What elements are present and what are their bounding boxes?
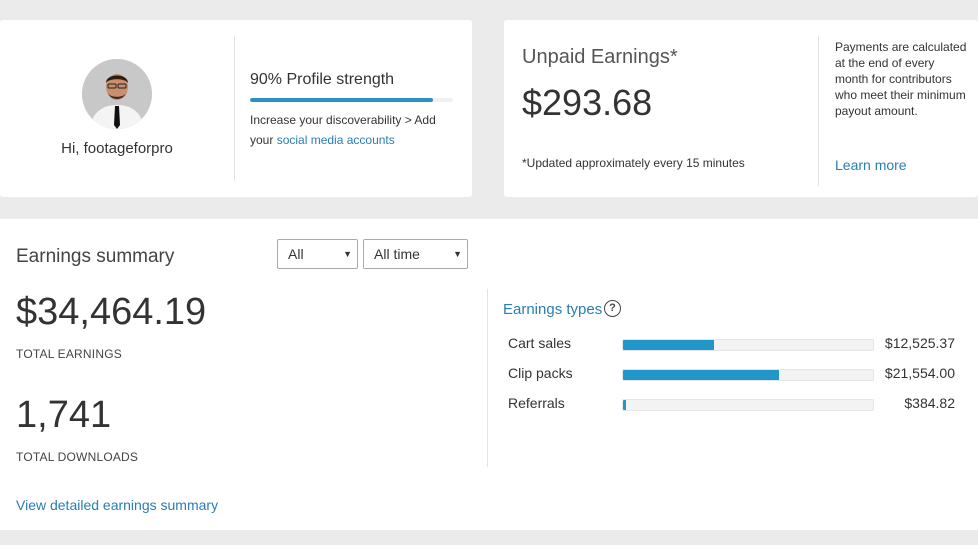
earnings-type-bar <box>622 369 874 381</box>
total-earnings-label: TOTAL EARNINGS <box>16 347 122 361</box>
type-filter-value: All <box>288 246 304 262</box>
profile-strength-fill <box>250 98 433 102</box>
question-circle-icon[interactable]: ? <box>604 300 621 317</box>
earnings-type-label: Clip packs <box>508 365 573 381</box>
detailed-earnings-link[interactable]: View detailed earnings summary <box>16 497 218 513</box>
earnings-type-value: $21,554.00 <box>884 365 955 381</box>
total-downloads-label: TOTAL DOWNLOADS <box>16 450 139 464</box>
earnings-type-bar <box>622 399 874 411</box>
profile-strength-title: 90% Profile strength <box>250 71 395 88</box>
learn-more-link[interactable]: Learn more <box>835 157 907 173</box>
total-earnings-value: $34,464.19 <box>16 291 207 333</box>
earnings-type-bar-fill <box>623 370 780 380</box>
earnings-type-bar-fill <box>623 340 714 350</box>
divider <box>818 36 819 186</box>
earnings-type-value: $384.82 <box>904 395 955 411</box>
time-filter-select[interactable]: All time ▼ <box>363 239 468 269</box>
profile-card: Hi, footageforpro 90% Profile strength I… <box>0 20 472 197</box>
earnings-types-title[interactable]: Earnings types <box>503 301 602 318</box>
earnings-type-bar <box>622 339 874 351</box>
type-filter-select[interactable]: All ▼ <box>277 239 358 269</box>
greeting-text: Hi, footageforpro <box>61 140 173 157</box>
payments-info-text: Payments are calculated at the end of ev… <box>835 40 967 118</box>
earnings-type-label: Referrals <box>508 395 565 411</box>
earnings-type-label: Cart sales <box>508 335 572 351</box>
avatar[interactable] <box>82 59 152 129</box>
caret-down-icon: ▼ <box>453 249 462 259</box>
profile-strength-message: Increase your discoverability > Add your… <box>250 110 455 150</box>
earnings-type-row: Cart sales $12,525.37 <box>508 334 958 354</box>
divider <box>487 289 488 467</box>
caret-down-icon: ▼ <box>343 249 352 259</box>
earnings-type-bar-fill <box>623 400 626 410</box>
time-filter-value: All time <box>374 246 420 262</box>
unpaid-earnings-amount: $293.68 <box>522 82 653 123</box>
profile-strength-bar <box>250 98 453 102</box>
unpaid-earnings-title: Unpaid Earnings* <box>522 46 678 68</box>
unpaid-earnings-card: Unpaid Earnings* $293.68 *Updated approx… <box>504 20 978 197</box>
earnings-summary-title: Earnings summary <box>16 246 175 267</box>
social-media-link[interactable]: social media accounts <box>277 133 395 147</box>
earnings-type-value: $12,525.37 <box>884 335 955 351</box>
total-downloads-value: 1,741 <box>16 394 112 436</box>
earnings-type-row: Clip packs $21,554.00 <box>508 364 958 384</box>
earnings-type-row: Referrals $384.82 <box>508 394 958 414</box>
divider <box>234 36 235 181</box>
earnings-summary-card: Earnings summary All ▼ All time ▼ $34,46… <box>0 219 978 530</box>
unpaid-earnings-note: *Updated approximately every 15 minutes <box>522 156 745 170</box>
